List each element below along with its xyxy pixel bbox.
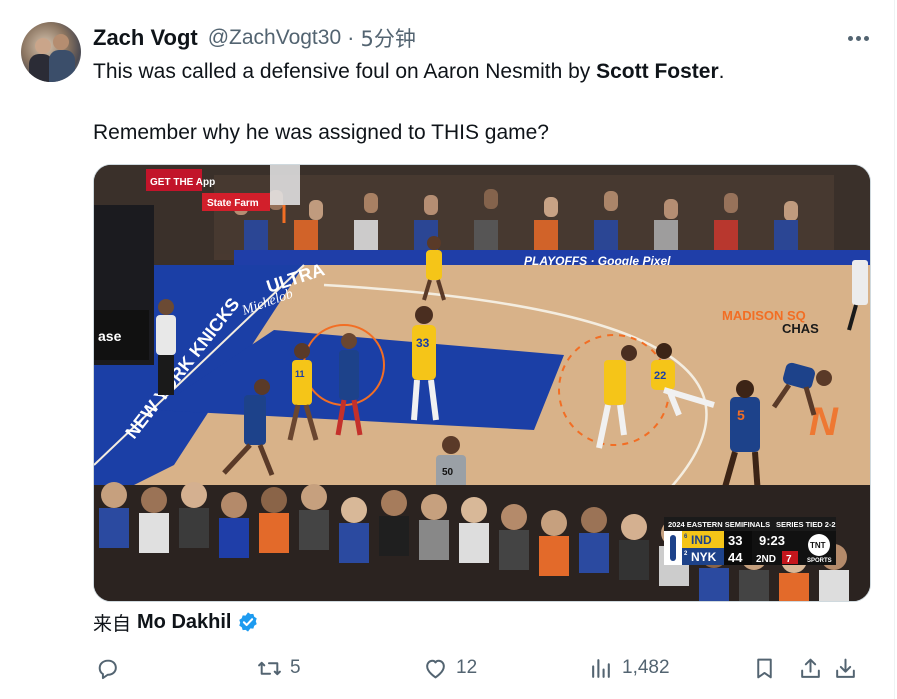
tweet-time[interactable]: 5分钟 [360,23,415,53]
series-status: SERIES TIED 2-2 [776,520,836,529]
game-clock: 9:23 [759,533,785,548]
shot-clock: 7 [786,554,792,565]
tweet-actions: 5 12 1,482 [0,650,897,686]
team1-abbr: IND [691,533,712,547]
author-handle[interactable]: @ZachVogt30 [208,26,341,50]
avatar[interactable] [21,22,81,82]
tweet-text-line2: Remember why he was assigned to THIS gam… [93,121,549,144]
scorebug: 2024 EASTERN SEMIFINALS SERIES TIED 2-2 … [664,517,836,565]
download-icon [836,658,855,678]
download-button[interactable] [833,650,858,686]
views-count: 1,482 [622,657,670,678]
team1-score: 33 [728,533,742,548]
app-sign: GET THE App [150,177,215,188]
bookmark-icon [757,658,772,678]
network-sub: SPORTS [807,558,832,564]
network-logo: TNT [810,541,826,550]
separator: · [347,25,355,50]
jersey-11: 11 [295,369,305,379]
team2-score: 44 [728,550,743,565]
more-icon[interactable] [843,26,873,50]
tweet-text-period: . [718,60,725,83]
ref-number: 50 [442,467,454,478]
retweet-button[interactable]: 5 [257,650,301,686]
statefarm-sign: State Farm [207,198,259,209]
views-button[interactable]: 1,482 [589,650,670,686]
retweet-count: 5 [290,657,301,678]
author-name[interactable]: Zach Vogt [93,25,198,51]
like-button[interactable]: 12 [423,650,477,686]
team2-abbr: NYK [691,550,717,564]
jersey-5: 5 [737,407,745,423]
like-icon [426,659,445,678]
tweet-header: Zach Vogt @ZachVogt30 · 5分钟 [93,24,416,52]
timeline-border [894,0,895,699]
ase-sign: ase [98,328,122,344]
views-icon [592,658,610,678]
share-icon [801,658,820,678]
bookmark-button[interactable] [752,650,777,686]
tweet-video[interactable]: PLAYOFFS · Google Pixel NEW YORK KNICKS … [93,164,871,602]
video-frame: PLAYOFFS · Google Pixel NEW YORK KNICKS … [94,165,870,601]
retweet-icon [258,661,281,675]
tweet-text-plain: This was called a defensive foul on Aaro… [93,60,597,83]
tweet-text: This was called a defensive foul on Aaro… [93,58,873,147]
reply-icon [98,659,117,679]
share-button[interactable] [798,650,823,686]
video-source: 来自 Mo Dakhil [93,609,259,635]
game-period: 2ND [756,554,776,565]
like-count: 12 [456,657,478,678]
jersey-33: 33 [416,336,430,350]
tweet-text-line1: This was called a defensive foul on Aaro… [93,58,873,86]
verified-icon [239,612,258,632]
series-title: 2024 EASTERN SEMIFINALS [668,520,770,529]
source-name[interactable]: Mo Dakhil [137,611,231,634]
chase-floor-text: CHAS [782,321,819,336]
tweet-text-bold-name: Scott Foster [596,60,719,83]
reply-button[interactable] [95,650,128,686]
jersey-22: 22 [654,370,666,382]
source-prefix: 来自 [93,612,132,635]
